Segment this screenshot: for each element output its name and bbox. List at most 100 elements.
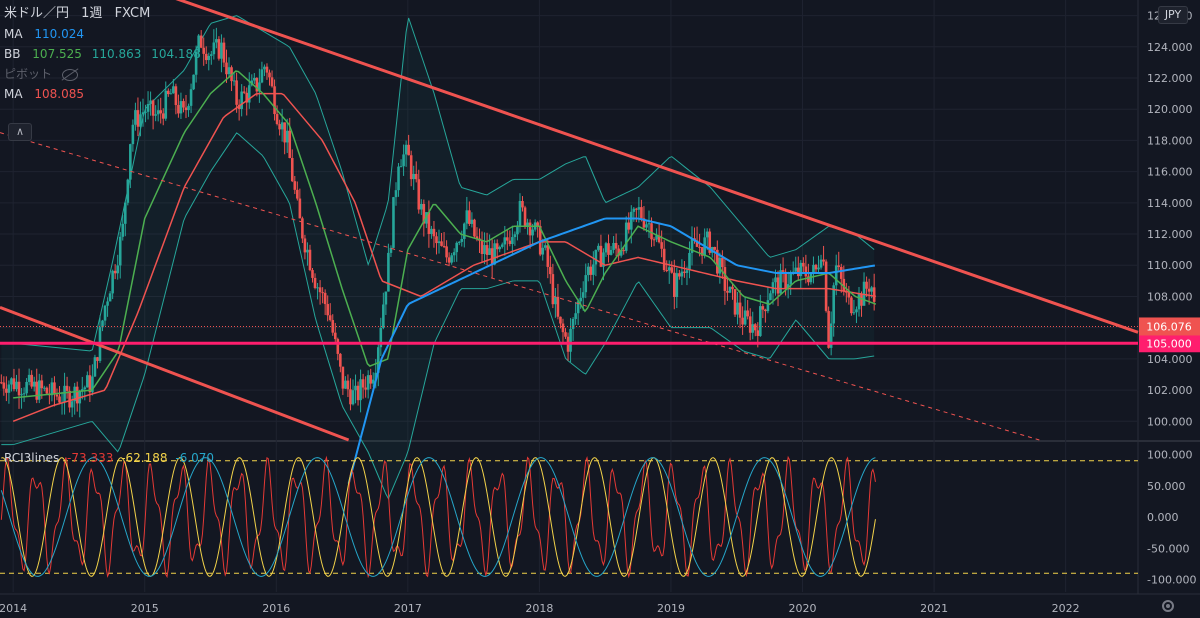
- candle-body: [819, 259, 823, 268]
- candle-body: [111, 270, 114, 294]
- candle-body: [37, 380, 41, 400]
- price-tick-label: 108.000: [1147, 290, 1193, 303]
- candle-body: [554, 296, 557, 305]
- candle-body: [470, 219, 474, 224]
- candle-body: [834, 265, 838, 286]
- candle-body: [210, 54, 213, 56]
- price-tick-label: 124.000: [1147, 41, 1193, 54]
- candle-body: [705, 231, 709, 238]
- candle-body: [680, 271, 684, 277]
- candle-body: [473, 219, 476, 237]
- candle-body: [784, 271, 787, 289]
- candle-body: [387, 252, 390, 292]
- candle-body: [645, 224, 648, 228]
- legend-bb[interactable]: BB 107.525 110.863 104.188: [4, 44, 207, 64]
- currency-badge[interactable]: JPY: [1158, 6, 1188, 24]
- gear-icon[interactable]: [1162, 600, 1174, 612]
- price-tick-label: 112.000: [1147, 228, 1193, 241]
- candle-body: [397, 166, 400, 191]
- current-price-label: 106.076: [1146, 320, 1192, 333]
- ma1-value: 110.024: [34, 27, 85, 41]
- candle-body: [333, 332, 337, 340]
- candle-body: [278, 124, 281, 130]
- legend-ma1[interactable]: MA 110.024: [4, 24, 207, 44]
- candle-body: [118, 236, 122, 266]
- candle-body: [551, 274, 555, 305]
- ma2-label: MA: [4, 87, 23, 101]
- candle-body: [743, 310, 747, 325]
- candle-body: [253, 77, 256, 81]
- candle-body: [741, 317, 744, 325]
- candle-body: [647, 223, 651, 225]
- pivot-label: ピボット: [4, 67, 53, 81]
- candle-body: [498, 246, 502, 250]
- candle-body: [290, 158, 294, 182]
- candle-body: [159, 110, 163, 114]
- candle-body: [440, 241, 443, 246]
- rci-tick-label: -50.000: [1147, 542, 1189, 555]
- candle-body: [584, 275, 588, 293]
- candle-body: [15, 381, 18, 390]
- bb-label: BB: [4, 47, 21, 61]
- candle-body: [55, 394, 59, 397]
- eye-hidden-icon[interactable]: [61, 68, 78, 81]
- candle-body: [796, 267, 800, 277]
- candle-body: [465, 210, 469, 224]
- candle-body: [10, 378, 13, 385]
- candle-body: [794, 267, 798, 272]
- price-tick-label: 102.000: [1147, 384, 1193, 397]
- candle-body: [581, 292, 585, 298]
- candle-body: [612, 242, 615, 250]
- legend-pivot[interactable]: ピボット: [4, 64, 207, 84]
- candle-body: [313, 277, 317, 288]
- candle-body: [146, 104, 150, 112]
- candle-body: [341, 366, 345, 389]
- candle-body: [500, 244, 504, 247]
- candle-body: [546, 245, 550, 267]
- price-tick-label: 110.000: [1147, 259, 1193, 272]
- candle-body: [508, 240, 512, 245]
- candle-body: [521, 200, 524, 208]
- candle-body: [5, 388, 8, 393]
- candle-body: [25, 381, 28, 394]
- candle-body: [384, 291, 388, 305]
- bb-mid-value: 107.525: [32, 47, 82, 61]
- candle-body: [867, 288, 871, 292]
- candle-body: [662, 248, 666, 271]
- legend-ma2[interactable]: MA 108.085: [4, 84, 207, 104]
- candle-body: [139, 114, 142, 127]
- candle-body: [839, 266, 843, 279]
- candle-body: [298, 198, 302, 219]
- candle-body: [543, 245, 547, 248]
- candle-body: [857, 293, 861, 310]
- candle-body: [837, 265, 841, 267]
- candle-body: [328, 315, 332, 321]
- candle-body: [346, 380, 350, 390]
- collapse-legend-button[interactable]: ∧: [8, 123, 32, 141]
- candle-body: [12, 378, 16, 390]
- candle-body: [513, 234, 517, 238]
- candle-body: [769, 293, 772, 301]
- candle-body: [523, 207, 527, 227]
- candle-body: [240, 91, 243, 109]
- candle-body: [303, 238, 307, 253]
- candle-body: [288, 130, 292, 159]
- time-tick-label: 2017: [394, 602, 422, 615]
- candle-body: [316, 287, 319, 289]
- candle-body: [667, 267, 671, 271]
- candle-body: [156, 110, 160, 115]
- candle-body: [463, 223, 466, 239]
- candle-body: [597, 245, 600, 250]
- rci-long-value: -6.070: [175, 451, 215, 465]
- candle-body: [7, 384, 11, 393]
- candle-body: [713, 246, 717, 250]
- candle-body: [455, 242, 459, 253]
- candle-body: [86, 375, 89, 388]
- candle-body: [93, 357, 97, 377]
- candle-body: [144, 111, 147, 113]
- candle-body: [556, 296, 560, 317]
- candle-body: [273, 86, 276, 115]
- candle-body: [392, 197, 395, 248]
- candle-body: [445, 246, 448, 258]
- candle-body: [275, 114, 279, 125]
